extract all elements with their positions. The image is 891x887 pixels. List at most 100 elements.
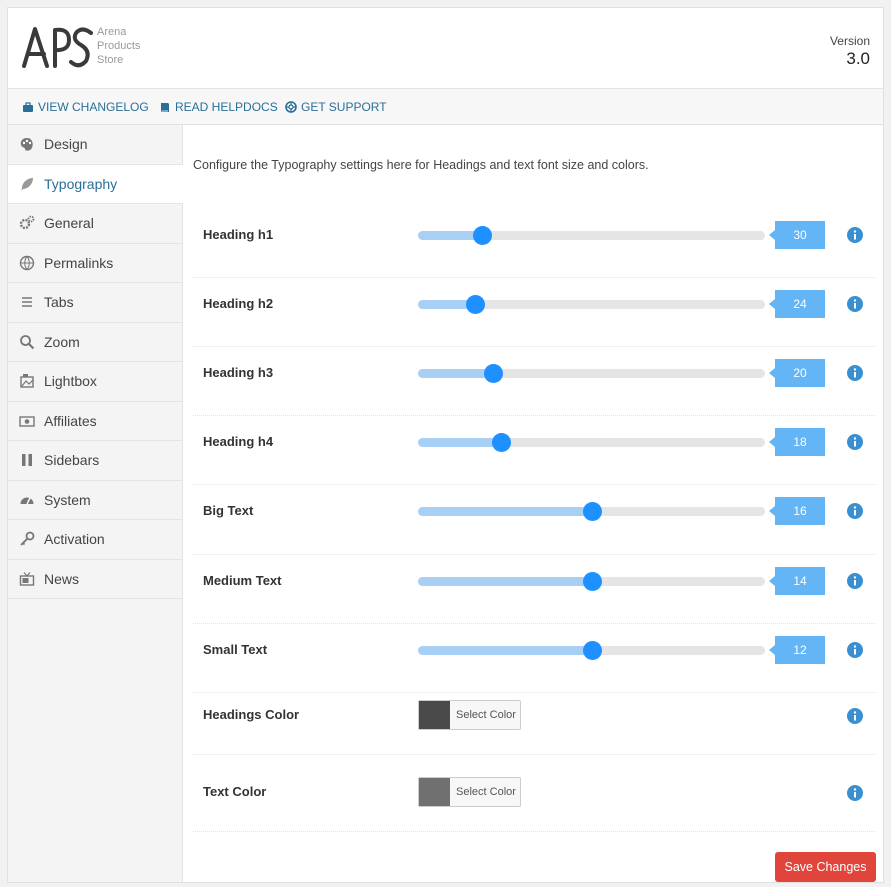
setting-label: Heading h3	[203, 365, 274, 380]
version-number: 3.0	[846, 49, 870, 68]
slider-value: 30	[769, 221, 825, 249]
columns-icon	[18, 451, 36, 469]
slider-value: 14	[769, 567, 825, 595]
book-icon	[161, 103, 169, 112]
sidebar-item-lightbox[interactable]: Lightbox	[8, 362, 182, 402]
slider-handle[interactable]	[583, 641, 602, 660]
slider-track[interactable]	[418, 641, 765, 660]
sidebar-item-label: Affiliates	[44, 412, 97, 429]
feather-icon	[18, 175, 36, 193]
setting-label: Heading h2	[203, 296, 274, 311]
sidebar-item-permalinks[interactable]: Permalinks	[8, 244, 182, 283]
sidebar-item-sidebars[interactable]: Sidebars	[8, 441, 182, 481]
image-icon	[18, 372, 36, 390]
headings-color-picker[interactable]: Select Color	[418, 700, 521, 730]
setting-label: Heading h1	[203, 227, 274, 242]
slider-handle[interactable]	[583, 502, 602, 521]
header: Arena Products Store Version 3.0	[8, 8, 883, 89]
info-icon[interactable]	[847, 434, 863, 450]
logo-line-3: Store	[97, 54, 124, 66]
slider-fill	[418, 438, 501, 447]
info-icon[interactable]	[847, 296, 863, 312]
sidebar-item-label: Activation	[44, 531, 105, 548]
slider-value: 16	[769, 497, 825, 525]
sidebar-item-label: News	[44, 570, 80, 587]
sidebar-item-news[interactable]: News	[8, 560, 182, 599]
setting-label: Big Text	[203, 503, 254, 518]
slider-fill	[418, 369, 493, 378]
setting-label: Small Text	[203, 642, 268, 657]
section-description: Configure the Typography settings here f…	[193, 158, 649, 172]
info-icon[interactable]	[847, 503, 863, 519]
view-changelog-link[interactable]: VIEW CHANGELOG	[22, 100, 149, 114]
slider-fill	[418, 646, 592, 655]
setting-row-slider: Heading h2 24	[193, 278, 876, 347]
sidebar-item-label: Typography	[44, 175, 118, 192]
info-icon[interactable]	[847, 708, 863, 724]
slider-handle[interactable]	[583, 572, 602, 591]
read-helpdocs-link[interactable]: READ HELPDOCS	[159, 100, 278, 114]
palette-icon	[18, 135, 36, 153]
magnifier-icon	[18, 333, 36, 351]
text-color-picker[interactable]: Select Color	[418, 777, 521, 807]
sidebar-item-general[interactable]: General	[8, 204, 182, 244]
setting-row-slider: Medium Text 14	[193, 555, 876, 624]
dashboard-icon	[18, 491, 36, 509]
setting-row-headings-color: Headings Color Select Color	[193, 678, 876, 755]
slider-handle[interactable]	[466, 295, 485, 314]
sidebar: Design Typography General Permalinks Tab…	[8, 125, 183, 882]
get-support-link[interactable]: GET SUPPORT	[285, 100, 387, 114]
sidebar-item-tabs[interactable]: Tabs	[8, 283, 182, 323]
slider-track[interactable]	[418, 502, 765, 521]
select-color-label: Select Color	[456, 786, 516, 798]
sidebar-item-label: Zoom	[44, 333, 80, 350]
aps-logo-mark	[22, 27, 93, 68]
sidebar-item-label: System	[44, 491, 91, 508]
slider-track[interactable]	[418, 572, 765, 591]
logo-line-1: Arena	[97, 26, 127, 38]
setting-row-slider: Heading h1 30	[193, 209, 876, 278]
slider-handle[interactable]	[473, 226, 492, 245]
briefcase-icon	[23, 102, 33, 112]
info-icon[interactable]	[847, 227, 863, 243]
info-icon[interactable]	[847, 642, 863, 658]
setting-label: Heading h4	[203, 434, 274, 449]
sidebar-item-label: Tabs	[44, 294, 74, 311]
get-support-label: GET SUPPORT	[301, 100, 387, 114]
setting-row-slider: Big Text 16	[193, 485, 876, 555]
cogs-icon	[18, 214, 36, 232]
slider-track[interactable]	[418, 226, 765, 245]
info-icon[interactable]	[847, 785, 863, 801]
setting-label: Text Color	[203, 784, 267, 799]
sidebar-item-zoom[interactable]: Zoom	[8, 323, 182, 362]
version-label: Version	[829, 34, 870, 48]
tv-icon	[18, 570, 36, 588]
logo-line-2: Products	[97, 40, 141, 52]
setting-row-slider: Heading h4 18	[193, 416, 876, 485]
slider-track[interactable]	[418, 295, 765, 314]
globe-icon	[18, 254, 36, 272]
settings-panel: Arena Products Store Version 3.0 VIEW CH…	[7, 7, 884, 883]
read-helpdocs-label: READ HELPDOCS	[175, 100, 278, 114]
sidebar-item-label: General	[44, 215, 94, 232]
sidebar-item-affiliates[interactable]: Affiliates	[8, 402, 182, 441]
sidebar-item-typography[interactable]: Typography	[8, 164, 183, 204]
sidebar-item-activation[interactable]: Activation	[8, 520, 182, 560]
slider-value: 24	[769, 290, 825, 318]
save-changes-button[interactable]: Save Changes	[775, 852, 876, 882]
slider-fill	[418, 577, 592, 586]
slider-track[interactable]	[418, 433, 765, 452]
sidebar-item-design[interactable]: Design	[8, 125, 182, 165]
info-icon[interactable]	[847, 365, 863, 381]
info-icon[interactable]	[847, 573, 863, 589]
setting-row-slider: Heading h3 20	[193, 347, 876, 416]
main-content: Configure the Typography settings here f…	[184, 125, 883, 882]
sidebar-item-system[interactable]: System	[8, 481, 182, 520]
slider-value: 20	[769, 359, 825, 387]
link-bar: VIEW CHANGELOG READ HELPDOCS GET SUPPORT	[8, 89, 883, 125]
slider-handle[interactable]	[484, 364, 503, 383]
sidebar-item-label: Sidebars	[44, 452, 100, 469]
bars-icon	[18, 293, 36, 311]
slider-track[interactable]	[418, 364, 765, 383]
slider-handle[interactable]	[492, 433, 511, 452]
